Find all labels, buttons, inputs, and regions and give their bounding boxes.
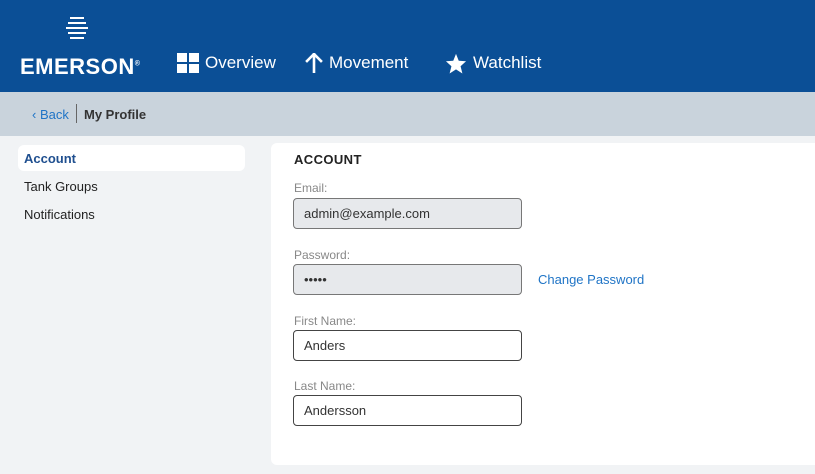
back-link[interactable]: ‹ Back [32,107,69,122]
nav-overview[interactable]: Overview [177,50,276,76]
emerson-mark-icon [66,17,88,39]
page-title: My Profile [84,107,147,122]
nav-watchlist[interactable]: Watchlist [445,50,541,76]
change-password-link[interactable]: Change Password [538,272,644,287]
sidebar-item-tank-groups[interactable]: Tank Groups [24,179,98,194]
account-section-title: ACCOUNT [294,152,362,167]
brand-name: EMERSON [20,54,135,79]
registered-mark: ® [134,60,141,68]
last-name-field[interactable] [293,395,522,426]
nav-movement[interactable]: Movement [305,50,408,76]
sidebar-item-notifications[interactable]: Notifications [24,207,95,222]
breadcrumb-divider [76,104,77,123]
nav-watchlist-label: Watchlist [473,53,542,72]
nav-overview-label: Overview [205,53,276,72]
password-field[interactable] [293,264,522,295]
password-label: Password: [294,248,351,262]
grid-icon [177,53,199,73]
email-field[interactable] [293,198,522,229]
first-name-field[interactable] [293,330,522,361]
star-icon [445,53,467,74]
nav-movement-label: Movement [329,53,409,72]
arrow-up-icon [305,53,323,73]
first-name-label: First Name: [294,314,357,328]
sidebar-item-account[interactable]: Account [24,151,76,166]
email-label: Email: [294,181,328,195]
emerson-logo[interactable]: EMERSON® [20,14,141,79]
top-navigation-bar: EMERSON® Overview Movement Watchlist [0,0,815,92]
last-name-label: Last Name: [294,379,356,393]
